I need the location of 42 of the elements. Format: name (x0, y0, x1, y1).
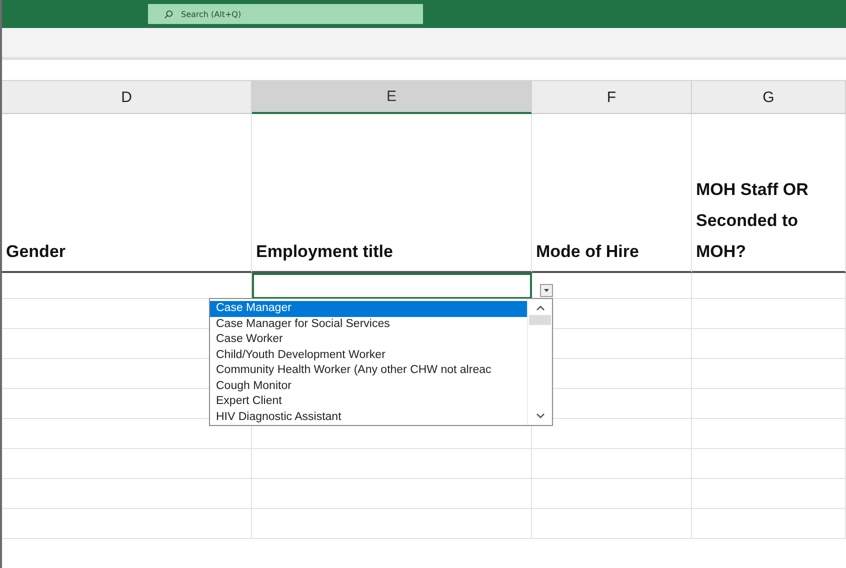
table-cell[interactable] (252, 449, 532, 479)
column-header[interactable]: D (2, 81, 252, 114)
list-item[interactable]: Cough Monitor (210, 378, 527, 394)
dropdown-button[interactable] (540, 284, 553, 297)
list-item[interactable]: HIV Diagnostic Assistant (210, 410, 527, 425)
search-icon (164, 10, 173, 18)
table-cell[interactable] (692, 299, 846, 329)
table-cell[interactable] (532, 449, 692, 479)
table-cell[interactable] (692, 389, 846, 419)
search-placeholder: Search (Alt+Q) (181, 10, 242, 18)
table-cell[interactable] (2, 449, 252, 479)
table-cell[interactable] (532, 509, 692, 539)
list-item[interactable]: Expert Client (210, 394, 527, 410)
header-cell: MOH Staff OR Seconded to MOH? (692, 114, 846, 273)
caret-icon (544, 289, 549, 292)
table-cell[interactable] (692, 329, 846, 359)
table-cell[interactable] (692, 479, 846, 509)
scroll-thumb[interactable] (529, 315, 551, 325)
table-cell[interactable] (692, 273, 846, 299)
table-cell[interactable] (2, 479, 252, 509)
list-item[interactable]: Case Manager (210, 301, 527, 316)
column-header[interactable]: E (252, 81, 532, 114)
scroll-up-icon[interactable] (536, 305, 544, 311)
column-header[interactable]: G (692, 81, 846, 114)
header-cell: Employment title (252, 114, 532, 273)
header-cell: Gender (2, 114, 252, 273)
table-cell[interactable] (692, 359, 846, 389)
list-item[interactable]: Case Manager for Social Services (210, 316, 527, 332)
search-field[interactable]: Search (Alt+Q) (148, 4, 423, 24)
table-cell[interactable] (252, 479, 532, 509)
table-cell[interactable] (252, 509, 532, 539)
list-item[interactable]: Case Worker (210, 332, 527, 348)
table-cell[interactable] (532, 479, 692, 509)
list-item[interactable]: Child/Youth Development Worker (210, 348, 527, 363)
scroll-down-icon[interactable] (536, 413, 544, 419)
header-cell: Mode of Hire (532, 114, 692, 273)
table-cell[interactable] (2, 509, 252, 539)
column-header[interactable]: F (532, 81, 692, 114)
list-item[interactable]: Community Health Worker (Any other CHW not alreac (210, 363, 527, 378)
table-cell[interactable] (692, 419, 846, 449)
table-cell[interactable] (692, 449, 846, 479)
table-cell[interactable] (692, 509, 846, 539)
